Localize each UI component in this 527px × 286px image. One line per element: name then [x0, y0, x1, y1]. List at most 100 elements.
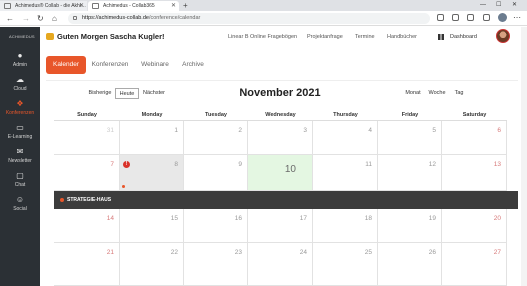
home-icon[interactable]: ⌂	[52, 12, 57, 25]
day-number: 17	[299, 215, 307, 222]
address-bar-row: ← → ↻ ⌂ https://achimedus-collab.de/conf…	[0, 11, 527, 26]
prev-button[interactable]: Bisherige	[86, 88, 114, 99]
extensions-icon[interactable]	[483, 14, 490, 21]
url-field[interactable]: https://achimedus-collab.de/conference/c…	[68, 13, 430, 24]
day-cell[interactable]: 13	[442, 155, 507, 191]
sidebar-item-label: Social	[13, 206, 27, 212]
collections-icon[interactable]	[467, 14, 474, 21]
profile-avatar[interactable]	[498, 13, 507, 22]
tab-archive[interactable]: Archive	[176, 56, 210, 74]
mail-icon: ✉	[16, 147, 24, 156]
day-cell[interactable]: 1	[120, 121, 184, 155]
url-domain: https://achimedus-collab.de	[82, 15, 149, 21]
day-cell[interactable]: 22	[120, 243, 184, 286]
next-button[interactable]: Nächster	[140, 88, 168, 99]
nav-link-handbuecher[interactable]: Handbücher	[387, 31, 417, 43]
weekday-header: Wednesday	[248, 109, 313, 121]
nav-link-fragebogen[interactable]: Linear B Online Fragebögen	[228, 31, 297, 43]
close-tab-icon[interactable]: ✕	[79, 1, 84, 11]
weekday-header: Friday	[378, 109, 442, 121]
browser-tab-title: Achimedus® Collab - die Akhi…	[15, 3, 86, 9]
day-cell[interactable]: 20	[442, 209, 507, 243]
day-cell[interactable]: 5	[378, 121, 442, 155]
maximize-icon[interactable]: ☐	[496, 0, 501, 11]
day-cell[interactable]: 14	[54, 209, 120, 243]
browser-tab-2[interactable]: Achimedus - Collab365 ✕	[88, 1, 179, 11]
sidebar-item-label: Chat	[14, 182, 26, 188]
day-cell[interactable]: 4	[313, 121, 378, 155]
day-cell[interactable]: 27	[442, 243, 507, 286]
sidebar-item-label: Konferenzen	[5, 110, 35, 116]
close-window-icon[interactable]: ✕	[512, 0, 517, 11]
day-number: 4	[368, 127, 372, 134]
minimize-icon[interactable]: —	[480, 0, 486, 11]
chat-icon: ▢	[16, 171, 24, 180]
today-button[interactable]: Heute	[115, 88, 139, 99]
view-day-button[interactable]: Tag	[450, 88, 468, 99]
day-cell[interactable]: 2	[184, 121, 248, 155]
day-number: 5	[432, 127, 436, 134]
day-number: 13	[493, 161, 501, 168]
browser-tab-1[interactable]: Achimedus® Collab - die Akhi… ✕	[0, 1, 87, 11]
weekday-header: Sunday	[54, 109, 120, 121]
dashboard-icon[interactable]	[438, 34, 444, 40]
day-cell[interactable]: 12	[378, 155, 442, 191]
day-cell[interactable]: 15	[120, 209, 184, 243]
laptop-icon: ▭	[16, 123, 24, 132]
close-tab-icon[interactable]: ✕	[171, 1, 176, 11]
user-avatar[interactable]	[496, 29, 510, 43]
day-cell[interactable]: 23	[184, 243, 248, 286]
sidebar-item-social[interactable]: ☺ Social	[0, 195, 40, 219]
day-cell[interactable]: 8	[120, 155, 184, 191]
favorites-star-icon[interactable]	[452, 14, 459, 21]
sidebar-item-cloud[interactable]: ☁ Cloud	[0, 75, 40, 99]
event-bar[interactable]: STRATEGIE-HAUS	[54, 191, 518, 209]
day-number: 14	[106, 215, 114, 222]
sidebar-item-label: Newsletter	[8, 158, 32, 164]
day-cell[interactable]: 21	[54, 243, 120, 286]
day-cell[interactable]: 24	[248, 243, 313, 286]
day-cell[interactable]: 3	[248, 121, 313, 155]
nav-link-termine[interactable]: Termine	[355, 31, 375, 43]
day-cell[interactable]: 31	[54, 121, 120, 155]
browser-tabbar: Achimedus® Collab - die Akhi… ✕ Achimedu…	[0, 0, 527, 11]
more-menu-icon[interactable]: ⋯	[513, 11, 521, 24]
sidebar-item-konferenzen[interactable]: ❖ Konferenzen	[0, 99, 40, 123]
dashboard-link[interactable]: Dashboard	[450, 31, 477, 43]
alert-badge[interactable]: !	[123, 161, 130, 168]
sidebar-item-newsletter[interactable]: ✉ Newsletter	[0, 147, 40, 171]
day-cell[interactable]: 26	[378, 243, 442, 286]
nav-link-projektanfrage[interactable]: Projektanfrage	[307, 31, 343, 43]
day-number: 6	[497, 127, 501, 134]
day-cell[interactable]: 18	[313, 209, 378, 243]
day-number: 9	[238, 161, 242, 168]
new-tab-button[interactable]: +	[183, 0, 188, 11]
view-month-button[interactable]: Monat	[402, 88, 424, 99]
day-cell[interactable]: 6	[442, 121, 507, 155]
sidebar-item-chat[interactable]: ▢ Chat	[0, 171, 40, 195]
tab-webinare[interactable]: Webinare	[136, 56, 174, 74]
day-cell[interactable]: 7	[54, 155, 120, 191]
tab-kalender[interactable]: Kalender	[46, 56, 86, 74]
day-number: 2	[238, 127, 242, 134]
day-cell[interactable]: 17	[248, 209, 313, 243]
back-icon[interactable]: ←	[6, 12, 14, 25]
day-cell[interactable]: 11	[313, 155, 378, 191]
translate-icon[interactable]	[437, 14, 444, 21]
reload-icon[interactable]: ↻	[37, 12, 44, 25]
day-number: 18	[364, 215, 372, 222]
day-number: 27	[493, 249, 501, 256]
sidebar-item-label: Cloud	[13, 86, 27, 92]
view-week-button[interactable]: Woche	[426, 88, 448, 99]
page-scrollbar[interactable]	[521, 27, 527, 286]
day-cell[interactable]: 9	[184, 155, 248, 191]
sidebar-item-e-learning[interactable]: ▭ E-Learning	[0, 123, 40, 147]
sidebar-item-admin[interactable]: ● Admin	[0, 51, 40, 75]
day-number: 11	[365, 161, 372, 168]
day-cell[interactable]: 16	[184, 209, 248, 243]
day-cell[interactable]: 19	[378, 209, 442, 243]
tab-konferenzen[interactable]: Konferenzen	[88, 56, 132, 74]
forward-icon[interactable]: →	[22, 12, 30, 25]
today-cell[interactable]: 10	[248, 155, 313, 191]
day-cell[interactable]: 25	[313, 243, 378, 286]
